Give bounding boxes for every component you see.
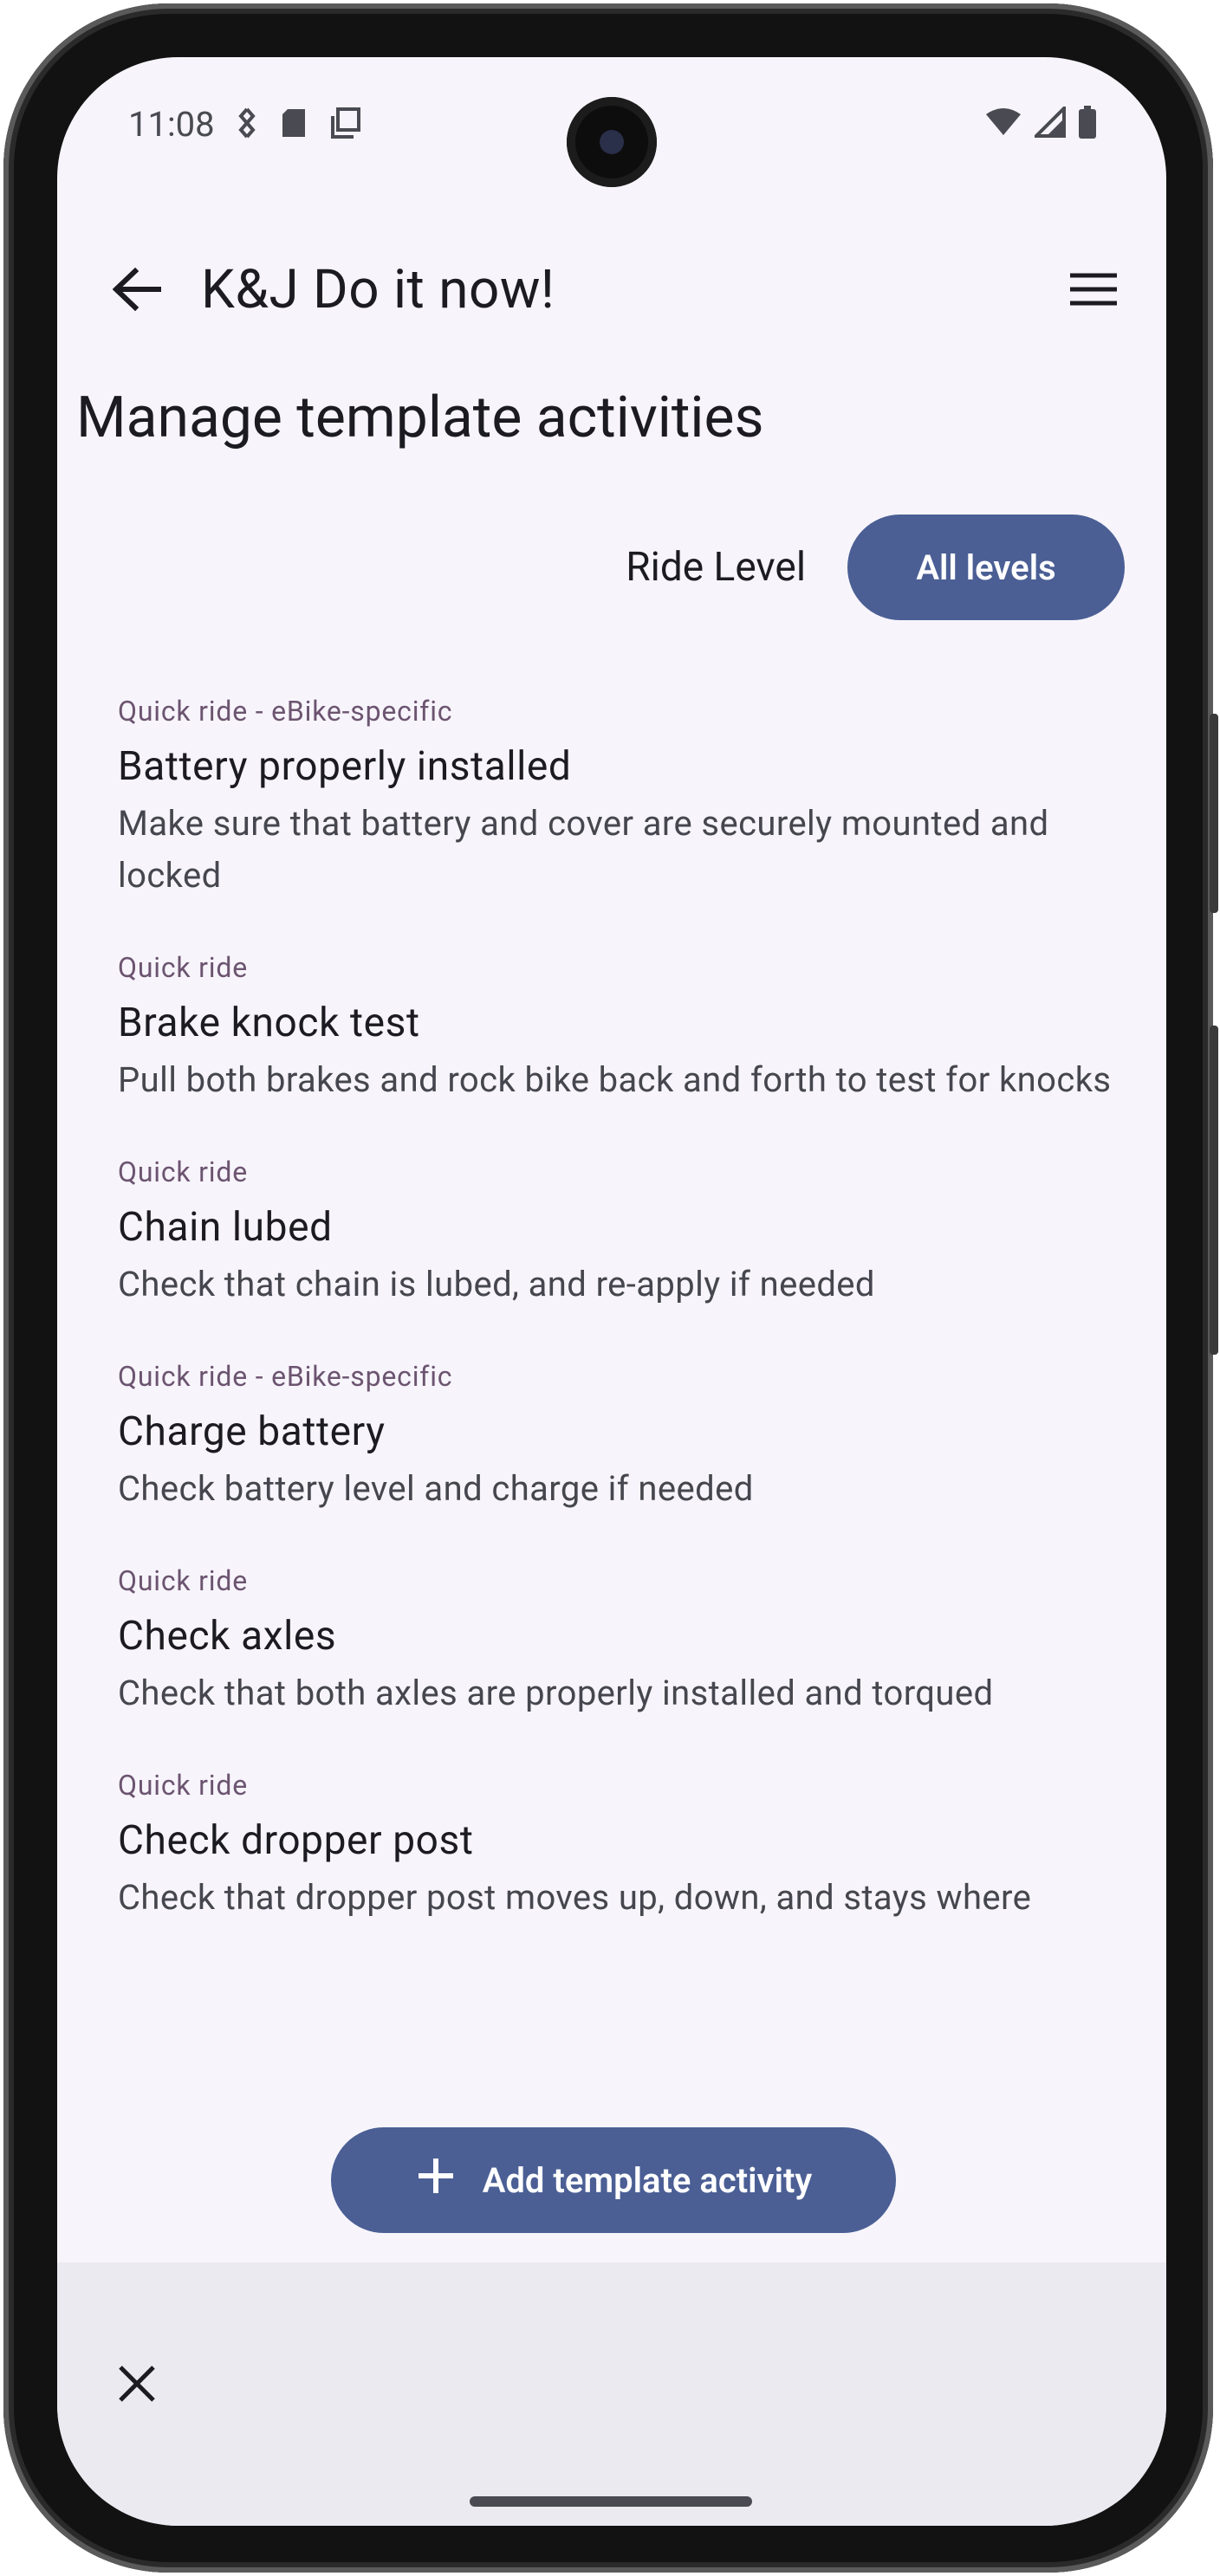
activity-description: Make sure that battery and cover are sec… <box>118 803 1049 896</box>
activity-category: Quick ride <box>118 1769 248 1802</box>
menu-button[interactable] <box>1057 255 1130 327</box>
screen: 11:08 K&J Do it now! Manage template act… <box>57 57 1166 2526</box>
activity-description: Pull both brakes and rock bike back and … <box>118 1059 1112 1100</box>
filter-row: Ride Level All levels <box>626 515 1125 620</box>
activity-category: Quick ride <box>118 1564 248 1597</box>
activity-title: Charge battery <box>118 1408 386 1455</box>
ride-level-filter[interactable]: Ride Level <box>626 544 806 591</box>
all-levels-chip[interactable]: All levels <box>847 515 1125 620</box>
list-item[interactable]: Quick ride Check dropper post Check that… <box>118 1768 1123 1971</box>
front-camera <box>567 97 657 187</box>
wifi-icon <box>984 107 1022 140</box>
activity-category: Quick ride - eBike-specific <box>118 695 453 728</box>
status-icons-right <box>984 104 1097 142</box>
status-time: 11:08 <box>128 104 215 145</box>
activity-title: Brake knock test <box>118 1000 420 1046</box>
list-item[interactable]: Quick ride Chain lubed Check that chain … <box>118 1155 1123 1359</box>
arrow-back-icon <box>112 267 162 314</box>
volume-button <box>1210 1026 1218 1355</box>
plus-icon <box>415 2155 457 2205</box>
vibrate-icon <box>236 107 258 142</box>
list-item[interactable]: Quick ride Brake knock test Pull both br… <box>118 950 1123 1155</box>
list-item[interactable]: Quick ride - eBike-specific Charge batte… <box>118 1359 1123 1563</box>
sd-card-icon <box>281 107 307 142</box>
signal-icon <box>1032 104 1066 141</box>
back-button[interactable] <box>101 255 173 327</box>
activity-title: Check axles <box>118 1613 337 1660</box>
menu-icon <box>1068 272 1119 310</box>
activity-category: Quick ride <box>118 1155 248 1188</box>
battery-icon <box>1078 106 1097 142</box>
activity-title: Check dropper post <box>118 1817 474 1864</box>
home-indicator[interactable] <box>470 2496 752 2507</box>
template-activities-list[interactable]: Quick ride - eBike-specific Battery prop… <box>118 694 1123 1971</box>
activity-title: Battery properly installed <box>118 743 572 790</box>
close-button[interactable] <box>101 2349 173 2422</box>
app-title: K&J Do it now! <box>201 258 555 321</box>
activity-category: Quick ride - eBike-specific <box>118 1360 453 1393</box>
activity-description: Check that chain is lubed, and re-apply … <box>118 1264 875 1304</box>
list-item[interactable]: Quick ride Check axles Check that both a… <box>118 1563 1123 1768</box>
close-icon <box>117 2364 157 2407</box>
activity-description: Check battery level and charge if needed <box>118 1468 754 1509</box>
list-item[interactable]: Quick ride - eBike-specific Battery prop… <box>118 694 1123 950</box>
add-template-activity-label: Add template activity <box>482 2159 813 2201</box>
copy-icon <box>329 107 360 142</box>
activity-description: Check that both axles are properly insta… <box>118 1673 994 1713</box>
status-bar: 11:08 <box>57 57 1166 187</box>
activity-description: Check that dropper post moves up, down, … <box>118 1877 1032 1918</box>
bottom-bar <box>57 2262 1166 2526</box>
activity-category: Quick ride <box>118 951 248 984</box>
status-icons-left <box>236 107 360 142</box>
top-app-bar: K&J Do it now! <box>57 230 1166 343</box>
page-title: Manage template activities <box>76 385 764 451</box>
add-template-activity-button[interactable]: Add template activity <box>331 2127 896 2233</box>
power-button <box>1210 714 1218 913</box>
phone-frame: 11:08 K&J Do it now! Manage template act… <box>3 3 1218 2573</box>
activity-title: Chain lubed <box>118 1204 333 1251</box>
